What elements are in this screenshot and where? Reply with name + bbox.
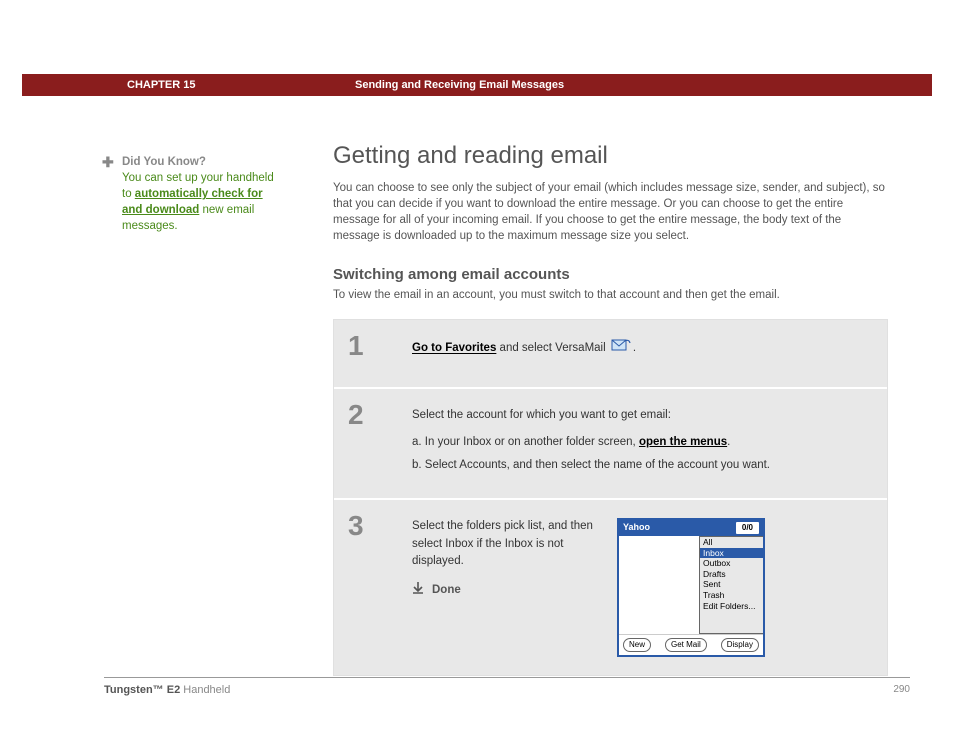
did-you-know-title: Did You Know? [122, 154, 284, 170]
step2-a-pre: a. In your Inbox or on another folder sc… [412, 436, 639, 448]
plus-icon: ✚ [102, 153, 114, 173]
done-label: Done [432, 582, 461, 599]
step-content-3: Select the folders pick list, and then s… [402, 500, 887, 675]
display-button[interactable]: Display [721, 638, 759, 652]
page-title: Getting and reading email [333, 142, 888, 170]
chapter-title: Sending and Receiving Email Messages [355, 79, 564, 91]
step-row-3: 3 Select the folders pick list, and then… [334, 500, 887, 675]
open-menus-link[interactable]: open the menus [639, 436, 727, 448]
device-title-bar: Yahoo 0/0 [619, 520, 763, 536]
done-indicator: Done [412, 580, 597, 601]
device-message-count: 0/0 [736, 522, 759, 534]
did-you-know-body: You can set up your handheld to automati… [122, 170, 284, 234]
folder-all[interactable]: All [700, 537, 763, 548]
step1-post: and select VersaMail [496, 343, 609, 355]
folder-outbox[interactable]: Outbox [700, 558, 763, 569]
folder-picklist[interactable]: All Inbox Outbox Drafts Sent Trash Edit … [699, 536, 763, 634]
step-row-2: 2 Select the account for which you want … [334, 389, 887, 501]
page-footer: Tungsten™ E2 Handheld 290 [104, 677, 910, 696]
step-content-2: Select the account for which you want to… [402, 389, 887, 499]
step2-b: b. Select Accounts, and then select the … [412, 457, 867, 474]
folder-trash[interactable]: Trash [700, 590, 763, 601]
product-light: Handheld [180, 684, 230, 696]
main-content: Getting and reading email You can choose… [333, 142, 888, 676]
steps-container: 1 Go to Favorites and select VersaMail .… [333, 319, 888, 676]
folder-sent[interactable]: Sent [700, 579, 763, 590]
device-button-row: New Get Mail Display [619, 634, 763, 655]
mail-icon [611, 338, 631, 358]
page-number: 290 [893, 684, 910, 696]
folder-inbox[interactable]: Inbox [700, 548, 763, 559]
device-message-area [619, 536, 699, 634]
product-name: Tungsten™ E2 Handheld [104, 684, 230, 696]
go-to-favorites-link[interactable]: Go to Favorites [412, 343, 496, 355]
folder-drafts[interactable]: Drafts [700, 569, 763, 580]
step2-a: a. In your Inbox or on another folder sc… [412, 434, 867, 451]
step-content-1: Go to Favorites and select VersaMail . [402, 320, 887, 386]
step-row-1: 1 Go to Favorites and select VersaMail . [334, 320, 887, 388]
section-intro: To view the email in an account, you mus… [333, 289, 888, 301]
folder-edit[interactable]: Edit Folders... [700, 601, 763, 612]
step2-a-post: . [727, 436, 730, 448]
new-button[interactable]: New [623, 638, 651, 652]
device-account-name: Yahoo [623, 521, 650, 535]
intro-paragraph: You can choose to see only the subject o… [333, 180, 888, 244]
step-number-2: 2 [334, 389, 402, 499]
chapter-header-bar: CHAPTER 15 Sending and Receiving Email M… [22, 74, 932, 96]
step-number-3: 3 [334, 500, 402, 675]
get-mail-button[interactable]: Get Mail [665, 638, 707, 652]
product-bold: Tungsten™ E2 [104, 684, 180, 696]
step3-text: Select the folders pick list, and then s… [412, 518, 597, 570]
step2-intro: Select the account for which you want to… [412, 407, 867, 424]
done-arrow-icon [412, 580, 424, 601]
chapter-label: CHAPTER 15 [127, 79, 195, 91]
device-screenshot: Yahoo 0/0 All Inbox Outbox Drafts Sent [617, 518, 765, 657]
sidebar-tip: ✚ Did You Know? You can set up your hand… [104, 154, 284, 234]
section-heading: Switching among email accounts [333, 266, 888, 283]
step-number-1: 1 [334, 320, 402, 386]
step1-period: . [633, 343, 636, 355]
